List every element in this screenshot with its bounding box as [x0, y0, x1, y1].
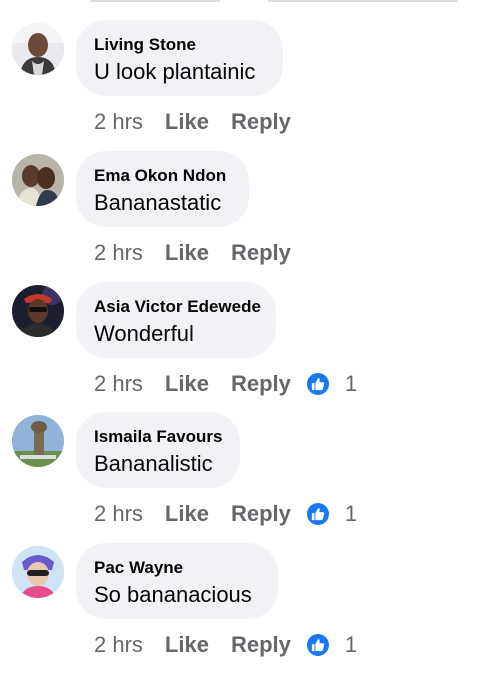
user-avatar[interactable]: [12, 546, 64, 598]
comment-item: Pac Wayne So bananacious 2 hrs Like Repl…: [0, 543, 490, 674]
comment-text: Bananalistic: [94, 451, 213, 476]
comment-text: So bananacious: [94, 582, 252, 607]
like-button[interactable]: Like: [165, 501, 209, 527]
comment-text: U look plantainic: [94, 59, 256, 84]
comment-bubble: Asia Victor Edewede Wonderful: [76, 282, 276, 358]
comment-bubble: Pac Wayne So bananacious: [76, 543, 278, 619]
comment-bubble: Ema Okon Ndon Bananastatic: [76, 151, 249, 227]
comment-timestamp[interactable]: 2 hrs: [94, 109, 143, 135]
comment-timestamp[interactable]: 2 hrs: [94, 371, 143, 397]
user-avatar[interactable]: [12, 415, 64, 467]
comment-author[interactable]: Ema Okon Ndon: [94, 166, 231, 186]
comment-author[interactable]: Pac Wayne: [94, 558, 260, 578]
comment-timestamp[interactable]: 2 hrs: [94, 501, 143, 527]
like-button[interactable]: Like: [165, 240, 209, 266]
comment-item: Ismaila Favours Bananalistic 2 hrs Like …: [0, 412, 490, 543]
comment-item: Ema Okon Ndon Bananastatic 2 hrs Like Re…: [0, 151, 490, 282]
reaction-count: 1: [344, 632, 358, 657]
thumbs-up-icon: [306, 503, 329, 525]
comment-author[interactable]: Ismaila Favours: [94, 427, 223, 447]
reply-button[interactable]: Reply: [231, 501, 291, 527]
comment-author[interactable]: Asia Victor Edewede: [94, 297, 261, 317]
thumbs-up-icon: [306, 634, 329, 656]
comment-actions: 2 hrs Like Reply: [94, 107, 313, 137]
reaction-summary[interactable]: 1: [306, 632, 358, 658]
user-avatar[interactable]: [12, 154, 64, 206]
reaction-count: 1: [344, 501, 358, 526]
comment-author[interactable]: Living Stone: [94, 35, 265, 55]
comment-actions: 2 hrs Like Reply: [94, 238, 313, 268]
reply-button[interactable]: Reply: [231, 632, 291, 658]
thumbs-up-icon: [306, 373, 329, 395]
comment-actions: 2 hrs Like Reply 1: [94, 369, 357, 399]
comment-actions: 2 hrs Like Reply 1: [94, 499, 357, 529]
like-button[interactable]: Like: [165, 632, 209, 658]
comment-item: Living Stone U look plantainic 2 hrs Lik…: [0, 20, 490, 151]
user-avatar[interactable]: [12, 23, 64, 75]
like-button[interactable]: Like: [165, 109, 209, 135]
comment-item: Asia Victor Edewede Wonderful 2 hrs Like…: [0, 282, 490, 413]
reaction-summary[interactable]: 1: [306, 501, 358, 527]
reply-button[interactable]: Reply: [231, 240, 291, 266]
like-button[interactable]: Like: [165, 371, 209, 397]
reply-button[interactable]: Reply: [231, 109, 291, 135]
comment-bubble: Ismaila Favours Bananalistic: [76, 412, 240, 488]
comment-timestamp[interactable]: 2 hrs: [94, 632, 143, 658]
comment-bubble: Living Stone U look plantainic: [76, 20, 283, 96]
comment-timestamp[interactable]: 2 hrs: [94, 240, 143, 266]
reply-button[interactable]: Reply: [231, 371, 291, 397]
comment-text: Bananastatic: [94, 190, 222, 215]
reaction-count: 1: [344, 371, 358, 396]
reaction-summary[interactable]: 1: [306, 371, 358, 397]
previous-content-edge: [0, 0, 490, 6]
comment-text: Wonderful: [94, 321, 194, 346]
user-avatar[interactable]: [12, 285, 64, 337]
